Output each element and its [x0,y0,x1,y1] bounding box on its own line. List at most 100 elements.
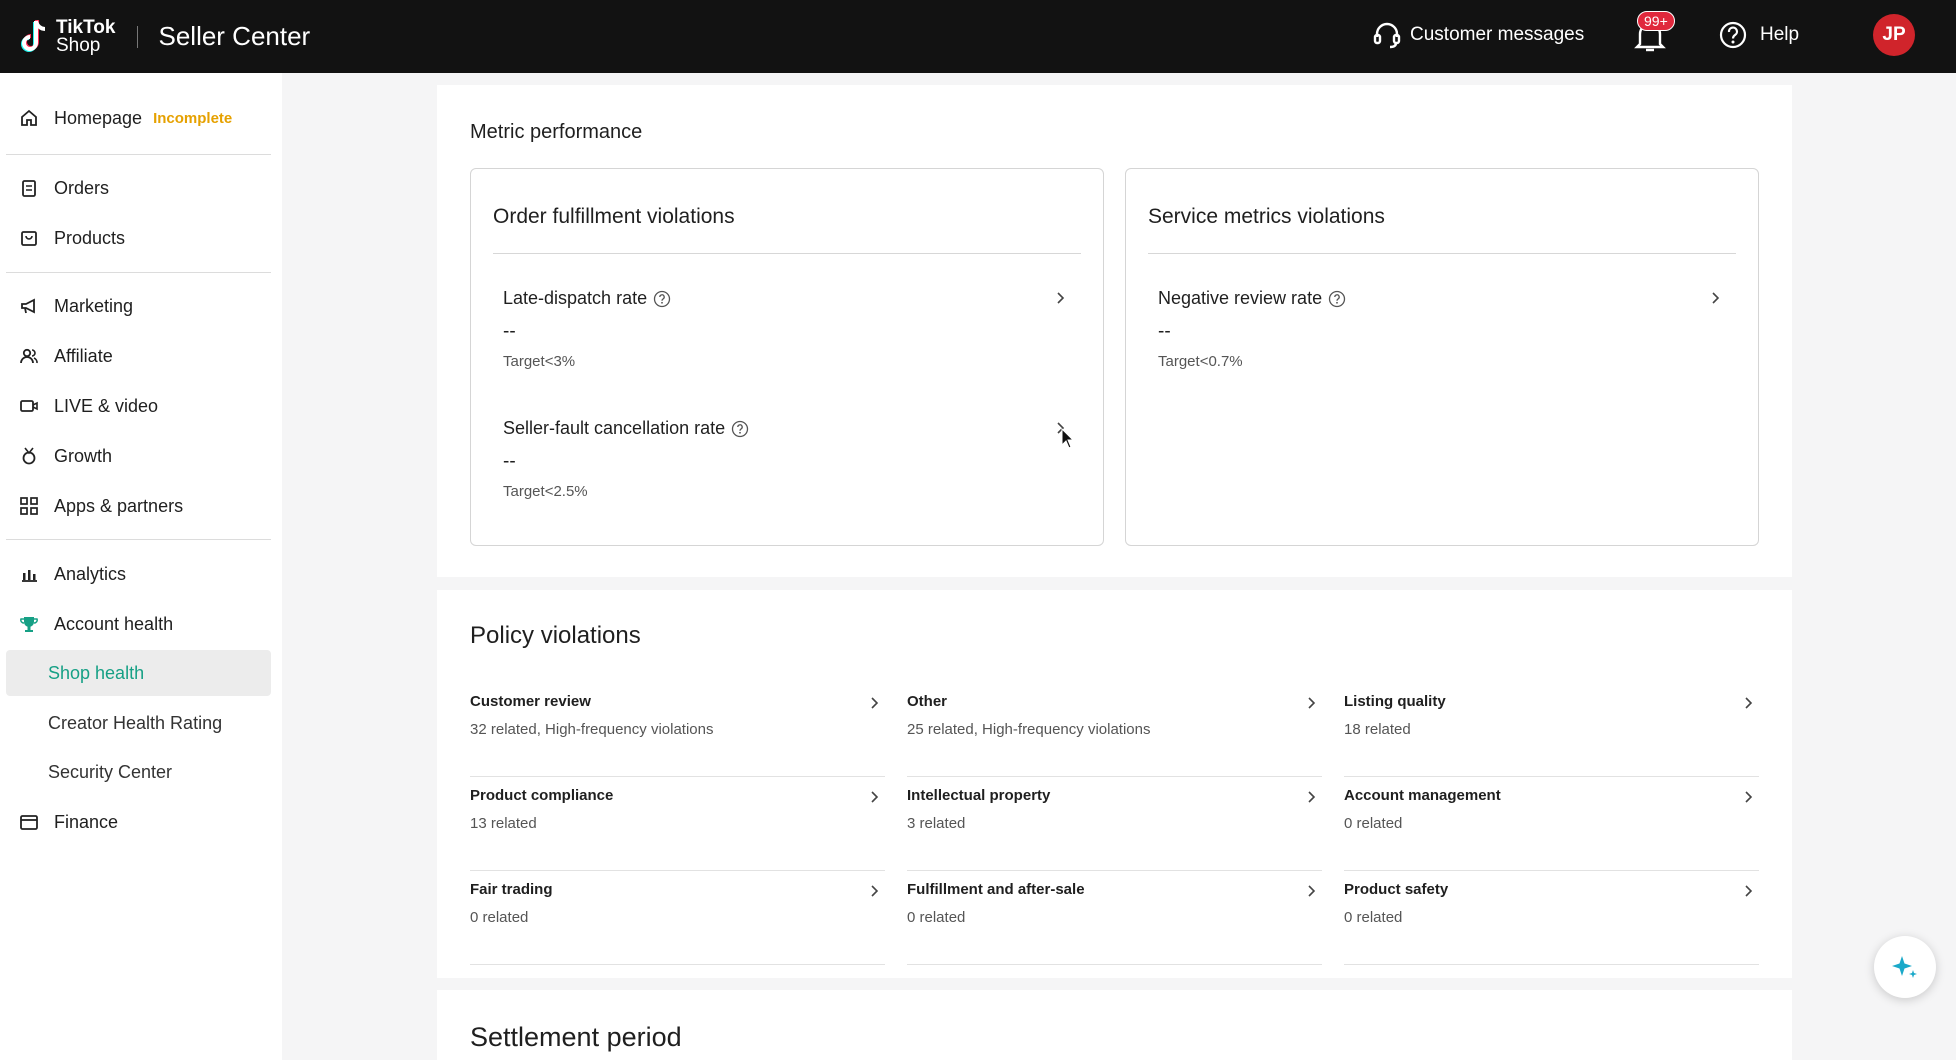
sidebar-divider [6,539,271,540]
policy-item-related: 0 related [907,909,965,926]
sidebar-item-live-video[interactable]: LIVE & video [6,383,271,429]
avatar[interactable]: JP [1873,14,1915,56]
policy-item-name: Account management [1344,787,1501,804]
sidebar-item-marketing[interactable]: Marketing [6,283,271,329]
metric-value: -- [1158,321,1171,342]
chevron-right-icon [1308,885,1316,897]
metric-name: Seller-fault cancellation rate [503,418,726,438]
policy-item-related: 3 related [907,815,965,832]
policy-item-suffix: related [915,815,966,832]
notification-badge: 99+ [1637,11,1675,31]
metric-performance-title: Metric performance [470,121,643,143]
sidebar-item-shop-health[interactable]: Shop health [6,650,271,696]
policy-item-customer-review[interactable]: Customer review 32 related, High-frequen… [470,683,885,777]
policy-item-suffix: related, High-frequency violations [923,721,1151,738]
sidebar-item-creator-health-rating[interactable]: Creator Health Rating [6,700,271,746]
sidebar-divider [6,272,271,273]
help-label: Help [1760,24,1800,45]
tiktok-shop-logo[interactable]: TikTok Shop [16,17,115,57]
policy-item-name: Other [907,693,948,710]
customer-messages-label: Customer messages [1410,24,1585,45]
help-button[interactable]: Help [1718,20,1799,50]
sidebar-item-orders[interactable]: Orders [6,165,271,211]
policy-item-other[interactable]: Other 25 related, High-frequency violati… [907,683,1322,777]
app-title: Seller Center [158,21,311,51]
policy-item-name: Customer review [470,693,591,710]
metric-seller-fault-cancellation-rate[interactable]: Seller-fault cancellation rate -- Target… [503,418,1083,500]
policy-item-related: 0 related [1344,815,1402,832]
customer-messages-button[interactable]: Customer messages [1372,20,1584,50]
wallet-icon [18,811,40,833]
metric-negative-review-rate[interactable]: Negative review rate -- Target<0.7% [1158,288,1738,370]
policy-item-intellectual-property[interactable]: Intellectual property 3 related [907,777,1322,871]
sidebar-item-label: Growth [54,445,113,466]
sidebar-divider [6,154,271,155]
help-icon [1719,21,1747,49]
sidebar-item-label: Orders [54,177,110,198]
ai-assistant-button[interactable] [1874,936,1936,998]
video-icon [18,395,40,417]
policy-item-account-management[interactable]: Account management 0 related [1344,777,1759,871]
chevron-right-icon [1745,791,1753,803]
policy-item-product-compliance[interactable]: Product compliance 13 related [470,777,885,871]
policy-item-suffix: related [1360,721,1411,738]
policy-item-related: 13 related [470,815,537,832]
sidebar-item-label: Marketing [54,295,134,316]
chevron-right-icon [1308,697,1316,709]
people-icon [18,345,40,367]
metric-late-dispatch-rate[interactable]: Late-dispatch rate -- Target<3% [503,288,1083,370]
sidebar-item-homepage[interactable]: Homepage Incomplete [6,95,271,141]
chevron-right-icon [871,791,879,803]
sidebar-item-account-health[interactable]: Account health [6,601,271,647]
metric-target: Target<3% [503,353,576,370]
sidebar-item-apps-partners[interactable]: Apps & partners [6,483,271,529]
sidebar-item-label: Homepage [54,107,143,128]
megaphone-icon [18,295,40,317]
chevron-right-icon[interactable] [1053,290,1069,306]
apps-icon [18,495,40,517]
sidebar-item-analytics[interactable]: Analytics [6,551,271,597]
bag-icon [18,227,40,249]
logo-line1: TikTok [56,16,116,38]
sidebar-item-label: Creator Health Rating [48,712,223,733]
sidebar-item-label: LIVE & video [54,395,159,416]
metric-target: Target<2.5% [503,483,588,500]
top-bar: TikTok Shop Seller Center Customer messa… [0,0,1956,73]
info-icon[interactable] [1328,290,1346,308]
policy-item-product-safety[interactable]: Product safety 0 related [1344,871,1759,965]
tiktok-note-icon [16,17,52,57]
sidebar-item-label: Finance [54,811,119,832]
sidebar-item-growth[interactable]: Growth [6,433,271,479]
policy-item-fulfillment-after-sale[interactable]: Fulfillment and after-sale 0 related [907,871,1322,965]
sidebar-item-security-center[interactable]: Security Center [6,749,271,795]
policy-item-count: 13 [470,815,487,832]
medal-icon [18,445,40,467]
sidebar-item-finance[interactable]: Finance [6,799,271,845]
policy-item-fair-trading[interactable]: Fair trading 0 related [470,871,885,965]
metric-name: Late-dispatch rate [503,288,648,308]
homepage-status-badge: Incomplete [153,109,233,127]
policy-item-listing-quality[interactable]: Listing quality 18 related [1344,683,1759,777]
sidebar-item-label: Analytics [54,563,127,584]
policy-item-related: 25 related, High-frequency violations [907,721,1150,738]
info-icon[interactable] [731,420,749,438]
metric-value: -- [503,451,516,472]
chart-icon [18,563,40,585]
logo-text: TikTok Shop [56,16,116,55]
mouse-cursor-icon [1061,428,1075,449]
sidebar-item-label: Products [54,227,126,248]
policy-item-related: 0 related [1344,909,1402,926]
sidebar-item-products[interactable]: Products [6,215,271,261]
metric-name: Negative review rate [1158,288,1323,308]
chevron-right-icon[interactable] [1708,290,1724,306]
chevron-right-icon [871,697,879,709]
sidebar-item-label: Affiliate [54,345,113,366]
info-icon[interactable] [653,290,671,308]
chevron-right-icon [1745,885,1753,897]
sparkle-icon [1892,956,1917,978]
policy-item-count: 25 [907,721,924,738]
sidebar-item-label: Shop health [48,662,145,683]
sidebar-item-label: Apps & partners [54,495,184,516]
home-icon [18,107,40,129]
sidebar-item-affiliate[interactable]: Affiliate [6,333,271,379]
